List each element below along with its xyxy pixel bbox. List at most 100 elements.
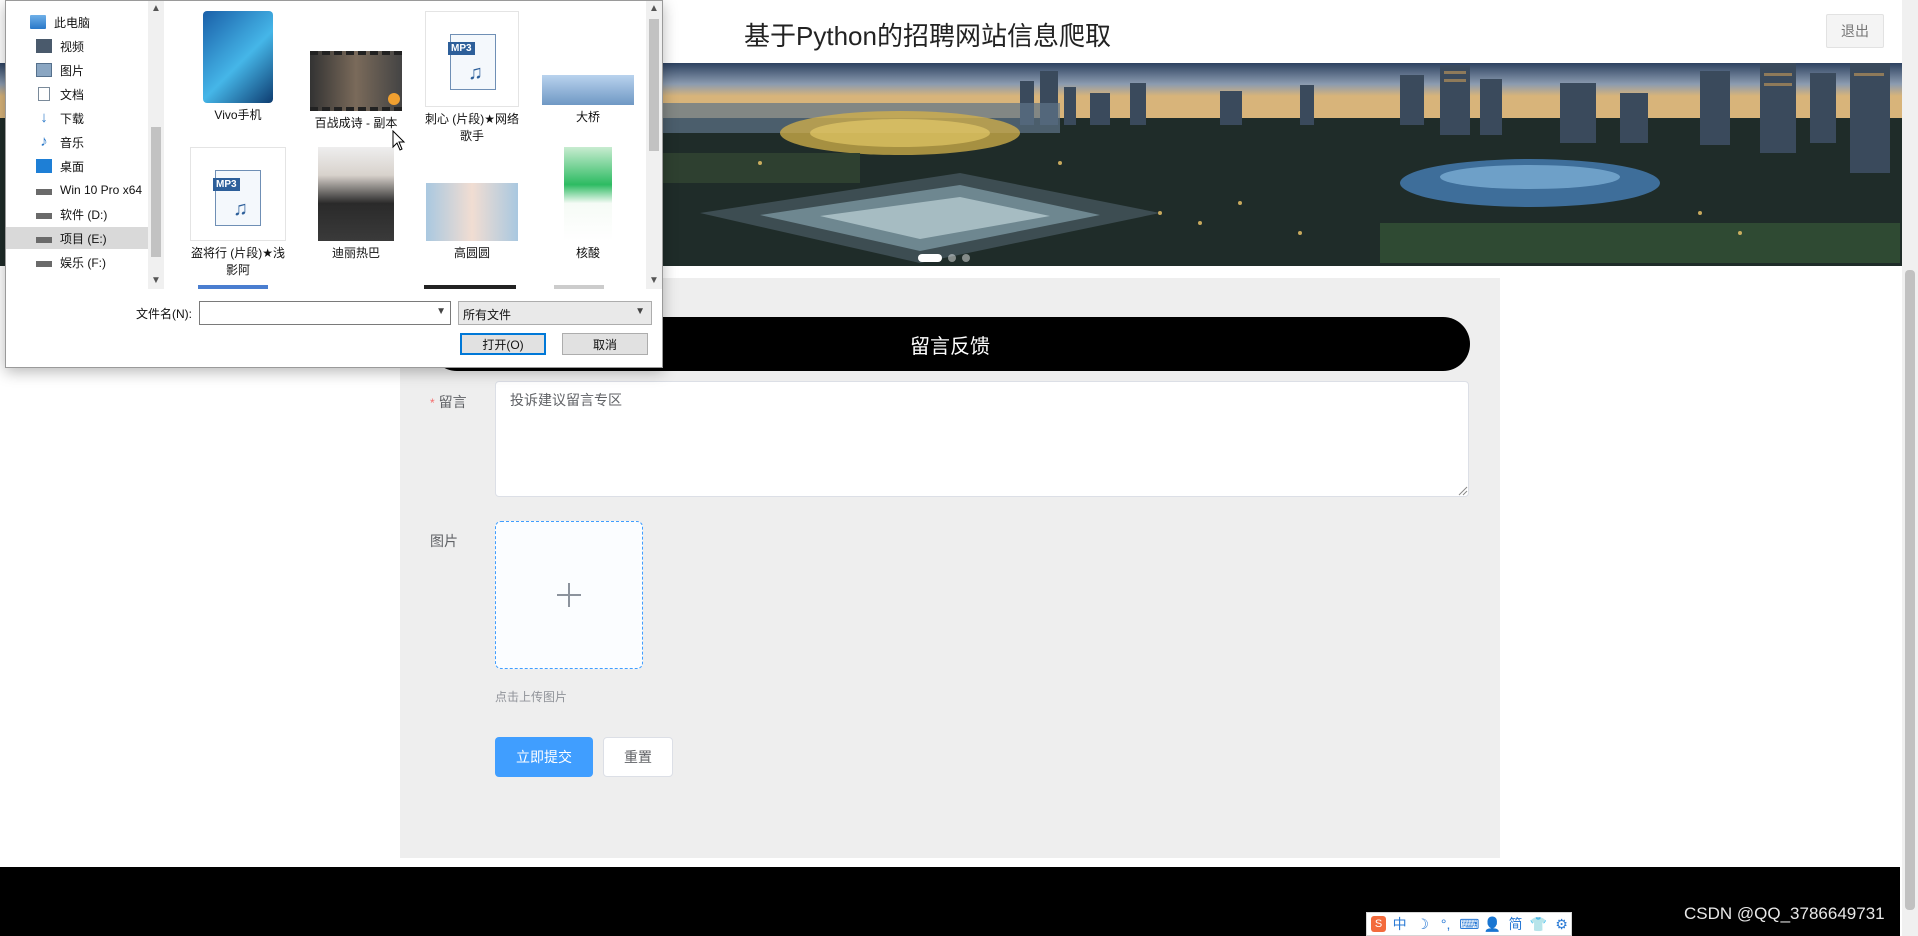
- file-list-scrollbar[interactable]: ▲ ▼: [646, 1, 662, 289]
- upload-hint: 点击上传图片: [495, 690, 568, 704]
- drive-icon: [36, 237, 52, 243]
- chevron-down-icon[interactable]: ▼: [635, 306, 645, 317]
- file-name: 迪丽热巴: [331, 246, 380, 260]
- file-name: 盗将行 (片段)★浅影阿: [190, 246, 286, 277]
- file-item-partial[interactable]: [554, 285, 604, 289]
- phone-screenshot-thumbnail: [564, 147, 612, 241]
- open-button[interactable]: 打开(O): [460, 333, 546, 355]
- mp3-file-icon: MP3 ♫: [425, 11, 519, 107]
- nav-item-label: 下载: [60, 111, 85, 126]
- nav-item-pictures[interactable]: 图片: [36, 59, 150, 81]
- music-note-icon: ♫: [233, 198, 248, 220]
- nav-item-drive-d[interactable]: 软件 (D:): [36, 203, 150, 225]
- ime-punctuation-icon[interactable]: °,: [1436, 916, 1455, 932]
- music-folder-icon: ♪: [40, 133, 48, 150]
- bridge-image-thumbnail: [542, 75, 634, 105]
- mp3-tag: MP3: [448, 42, 475, 55]
- filetype-value: 所有文件: [463, 308, 512, 322]
- nav-scrollbar-thumb[interactable]: [151, 127, 161, 257]
- file-list-scrollbar-thumb[interactable]: [649, 19, 659, 151]
- scroll-down-arrow-icon[interactable]: ▼: [649, 275, 659, 286]
- file-name: 刺心 (片段)★网络歌手: [424, 112, 520, 143]
- csdn-watermark: CSDN @QQ_3786649731: [1684, 904, 1885, 923]
- sogou-ime-logo-icon[interactable]: S: [1371, 916, 1387, 932]
- nav-item-desktop[interactable]: 桌面: [36, 155, 150, 177]
- filename-label: 文件名(N):: [136, 307, 192, 321]
- nav-item-drive-f[interactable]: 娱乐 (F:): [36, 251, 150, 273]
- nav-item-label: Win 10 Pro x64: [60, 183, 143, 197]
- file-name: 核酸: [575, 246, 600, 260]
- cancel-button[interactable]: 取消: [562, 333, 648, 355]
- nav-item-this-pc[interactable]: 此电脑: [30, 11, 144, 33]
- nav-item-label: 音乐: [60, 135, 85, 150]
- scroll-down-arrow-icon[interactable]: ▼: [151, 275, 161, 286]
- nav-item-downloads[interactable]: ↓ 下载: [36, 107, 150, 129]
- chevron-down-icon[interactable]: ▼: [436, 306, 446, 317]
- pictures-folder-icon: [36, 63, 52, 77]
- nav-item-label: 此电脑: [54, 15, 91, 30]
- nav-item-music[interactable]: ♪ 音乐: [36, 131, 150, 153]
- message-label-text: 留言: [438, 394, 467, 410]
- video-thumbnail: [310, 51, 402, 111]
- resize-grip-icon[interactable]: [1458, 486, 1468, 496]
- file-item[interactable]: 高圆圆: [422, 147, 522, 262]
- nav-item-drive-c[interactable]: Win 10 Pro x64: [36, 179, 150, 201]
- file-item-partial[interactable]: [424, 285, 516, 289]
- drive-icon: [36, 189, 52, 195]
- ime-keyboard-icon[interactable]: ⌨: [1459, 916, 1479, 933]
- phone-image-thumbnail: [203, 11, 273, 103]
- ime-user-icon[interactable]: 👤: [1483, 916, 1502, 933]
- file-item[interactable]: MP3 ♫ 盗将行 (片段)★浅影阿: [188, 147, 288, 279]
- nav-item-label: 文档: [60, 87, 85, 102]
- file-item[interactable]: 大桥: [538, 11, 638, 126]
- nav-scrollbar[interactable]: ▲ ▼: [148, 1, 164, 289]
- scroll-up-arrow-icon[interactable]: ▲: [151, 3, 161, 14]
- filename-input[interactable]: ▼: [199, 301, 451, 325]
- nav-pane: 此电脑 视频 图片 文档 ↓ 下载 ♪ 音乐 桌面 Win 10 Pro x64: [6, 1, 164, 289]
- ime-moon-icon[interactable]: ☽: [1413, 916, 1432, 933]
- file-open-dialog: 此电脑 视频 图片 文档 ↓ 下载 ♪ 音乐 桌面 Win 10 Pro x64: [5, 0, 663, 368]
- file-name: Vivo手机: [214, 108, 262, 122]
- scroll-up-arrow-icon[interactable]: ▲: [649, 3, 659, 14]
- portrait-image-thumbnail: [318, 147, 394, 241]
- plus-icon: [557, 583, 581, 607]
- message-textarea[interactable]: [495, 381, 1469, 497]
- ime-simplified-mode[interactable]: 简: [1506, 914, 1525, 934]
- file-item[interactable]: 百战成诗 - 副本: [306, 11, 406, 132]
- ime-chinese-mode[interactable]: 中: [1390, 914, 1409, 934]
- nav-item-label: 娱乐 (F:): [60, 255, 106, 270]
- filetype-select[interactable]: 所有文件 ▼: [458, 301, 652, 325]
- banner-indicator-3[interactable]: [962, 254, 970, 262]
- documents-folder-icon: [38, 87, 50, 101]
- play-badge-icon: [388, 93, 400, 105]
- page-footer: [0, 867, 1900, 936]
- file-name: 大桥: [575, 110, 600, 124]
- banner-indicator-2[interactable]: [948, 254, 956, 262]
- drive-icon: [36, 213, 52, 219]
- reset-button[interactable]: 重置: [603, 737, 673, 777]
- file-item-partial[interactable]: [198, 285, 268, 289]
- nav-item-documents[interactable]: 文档: [36, 83, 150, 105]
- desktop-folder-icon: [36, 159, 52, 173]
- banner-indicator-1[interactable]: [918, 254, 942, 262]
- nav-item-label: 视频: [60, 39, 85, 54]
- page-scrollbar-thumb[interactable]: [1905, 270, 1915, 910]
- nav-item-label: 项目 (E:): [60, 231, 107, 246]
- banner-indicators: [918, 254, 970, 262]
- image-upload-box[interactable]: [495, 521, 643, 669]
- logout-button[interactable]: 退出: [1826, 14, 1884, 48]
- ime-settings-icon[interactable]: ⚙: [1552, 916, 1571, 933]
- file-item[interactable]: 迪丽热巴: [306, 147, 406, 262]
- page-scrollbar[interactable]: [1902, 0, 1918, 936]
- file-item[interactable]: Vivo手机: [188, 11, 288, 124]
- ime-skin-icon[interactable]: 👕: [1529, 916, 1548, 933]
- submit-button[interactable]: 立即提交: [495, 737, 593, 777]
- nav-item-drive-e[interactable]: 项目 (E:): [6, 227, 150, 249]
- mp3-file-icon: MP3 ♫: [190, 147, 286, 241]
- ime-toolbar[interactable]: S 中 ☽ °, ⌨ 👤 简 👕 ⚙: [1366, 912, 1572, 936]
- file-name: 百战成诗 - 副本: [314, 116, 398, 130]
- mp3-tag: MP3: [213, 178, 240, 191]
- nav-item-videos[interactable]: 视频: [36, 35, 150, 57]
- file-item[interactable]: MP3 ♫ 刺心 (片段)★网络歌手: [422, 11, 522, 145]
- file-item[interactable]: 核酸: [538, 147, 638, 262]
